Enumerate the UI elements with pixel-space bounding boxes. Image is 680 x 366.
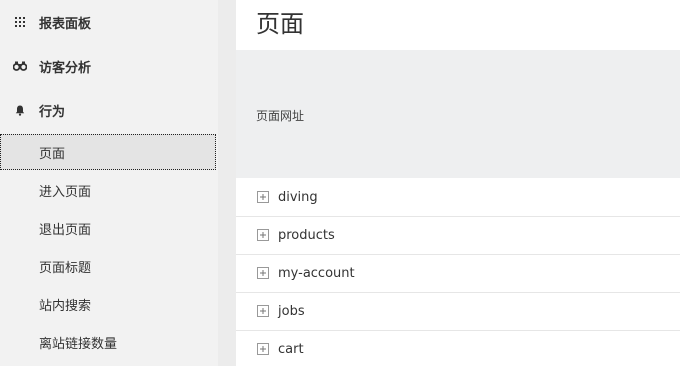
sidebar-item-entry-pages[interactable]: 进入页面 xyxy=(0,172,216,208)
sidebar-section-label: 报表面板 xyxy=(39,16,92,32)
app-window: 报表面板 访客分析 行为 页面 进入页面 退出页面 页面标题 站内搜索 离站链接… xyxy=(0,0,680,366)
sidebar-item-page-titles[interactable]: 页面标题 xyxy=(0,248,216,284)
row-label: my-account xyxy=(278,265,355,281)
row-label: diving xyxy=(278,189,318,205)
table-header: 页面网址 xyxy=(236,50,680,178)
sidebar-item-exit-pages[interactable]: 退出页面 xyxy=(0,210,216,246)
sidebar-divider xyxy=(218,0,236,366)
sidebar-item-label: 页面标题 xyxy=(39,260,92,276)
sidebar: 报表面板 访客分析 行为 页面 进入页面 退出页面 页面标题 站内搜索 离站链接… xyxy=(0,0,218,366)
table-row[interactable]: diving xyxy=(236,178,680,217)
sidebar-section-visitors[interactable]: 访客分析 xyxy=(0,44,218,88)
page-title: 页面 xyxy=(256,10,304,38)
expand-plus-icon[interactable] xyxy=(257,267,269,279)
row-label: products xyxy=(278,227,335,243)
sidebar-section-behavior[interactable]: 行为 xyxy=(0,88,218,132)
column-header-page-url[interactable]: 页面网址 xyxy=(256,107,304,124)
sidebar-item-outlinks[interactable]: 离站链接数量 xyxy=(0,324,216,360)
table-row[interactable]: my-account xyxy=(236,254,680,293)
sidebar-section-label: 访客分析 xyxy=(39,60,92,76)
expand-plus-icon[interactable] xyxy=(257,229,269,241)
table-row[interactable]: products xyxy=(236,216,680,255)
sidebar-item-label: 进入页面 xyxy=(39,184,92,200)
expand-plus-icon[interactable] xyxy=(257,191,269,203)
expand-plus-icon[interactable] xyxy=(257,305,269,317)
row-label: jobs xyxy=(278,303,305,319)
sidebar-item-label: 页面 xyxy=(39,146,66,162)
grid-icon xyxy=(13,15,27,29)
sidebar-item-pages[interactable]: 页面 xyxy=(0,134,216,170)
sidebar-item-site-search[interactable]: 站内搜索 xyxy=(0,286,216,322)
sidebar-item-label: 站内搜索 xyxy=(39,298,92,314)
expand-plus-icon[interactable] xyxy=(257,343,269,355)
bell-icon xyxy=(13,103,27,117)
sidebar-section-label: 行为 xyxy=(39,104,66,120)
sidebar-item-label: 离站链接数量 xyxy=(39,336,118,352)
sidebar-item-label: 退出页面 xyxy=(39,222,92,238)
row-label: cart xyxy=(278,341,304,357)
table-row[interactable]: cart xyxy=(236,330,680,366)
sidebar-section-dashboard[interactable]: 报表面板 xyxy=(0,0,218,44)
table-row[interactable]: jobs xyxy=(236,292,680,331)
binoculars-icon xyxy=(13,59,27,73)
main-content: 页面 页面网址 diving products my-account jobs … xyxy=(236,0,680,366)
